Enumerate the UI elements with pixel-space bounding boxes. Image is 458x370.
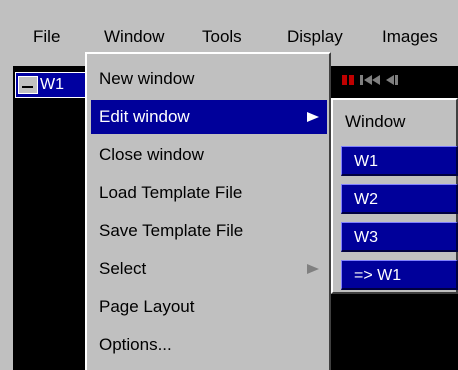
menu-item-select[interactable]: Select <box>91 252 327 286</box>
menu-display[interactable]: Display <box>287 25 343 49</box>
current-window-button[interactable]: => W1 <box>341 260 458 290</box>
menu-item-close-window[interactable]: Close window <box>91 138 327 172</box>
submenu-header: Window <box>345 112 406 131</box>
menu-item-edit-window[interactable]: Edit window <box>91 100 327 134</box>
submenu-arrow-icon <box>307 112 319 122</box>
window-tab-w1[interactable]: W1 <box>15 72 93 98</box>
window-w1-button[interactable]: W1 <box>341 146 458 176</box>
edit-window-submenu: Window W1 W2 W3 => W1 <box>331 98 458 294</box>
window-tab-label: W1 <box>40 76 64 93</box>
menu-item-save-template[interactable]: Save Template File <box>91 214 327 248</box>
window-w2-button[interactable]: W2 <box>341 184 458 214</box>
menu-tools[interactable]: Tools <box>202 25 242 49</box>
menu-item-new-window[interactable]: New window <box>91 62 327 96</box>
submenu-arrow-icon <box>307 264 319 274</box>
minimize-icon[interactable] <box>18 76 38 94</box>
menu-images[interactable]: Images <box>382 25 438 49</box>
menu-item-options[interactable]: Options... <box>91 328 327 362</box>
menu-file[interactable]: File <box>33 25 60 49</box>
window-menu: New window Edit window Close window Load… <box>85 52 331 370</box>
menu-window[interactable]: Window <box>104 25 164 49</box>
menu-item-load-template[interactable]: Load Template File <box>91 176 327 210</box>
toolbar-icons <box>340 68 458 90</box>
window-w3-button[interactable]: W3 <box>341 222 458 252</box>
menu-item-page-layout[interactable]: Page Layout <box>91 290 327 324</box>
playback-controls-icon[interactable] <box>340 68 458 90</box>
